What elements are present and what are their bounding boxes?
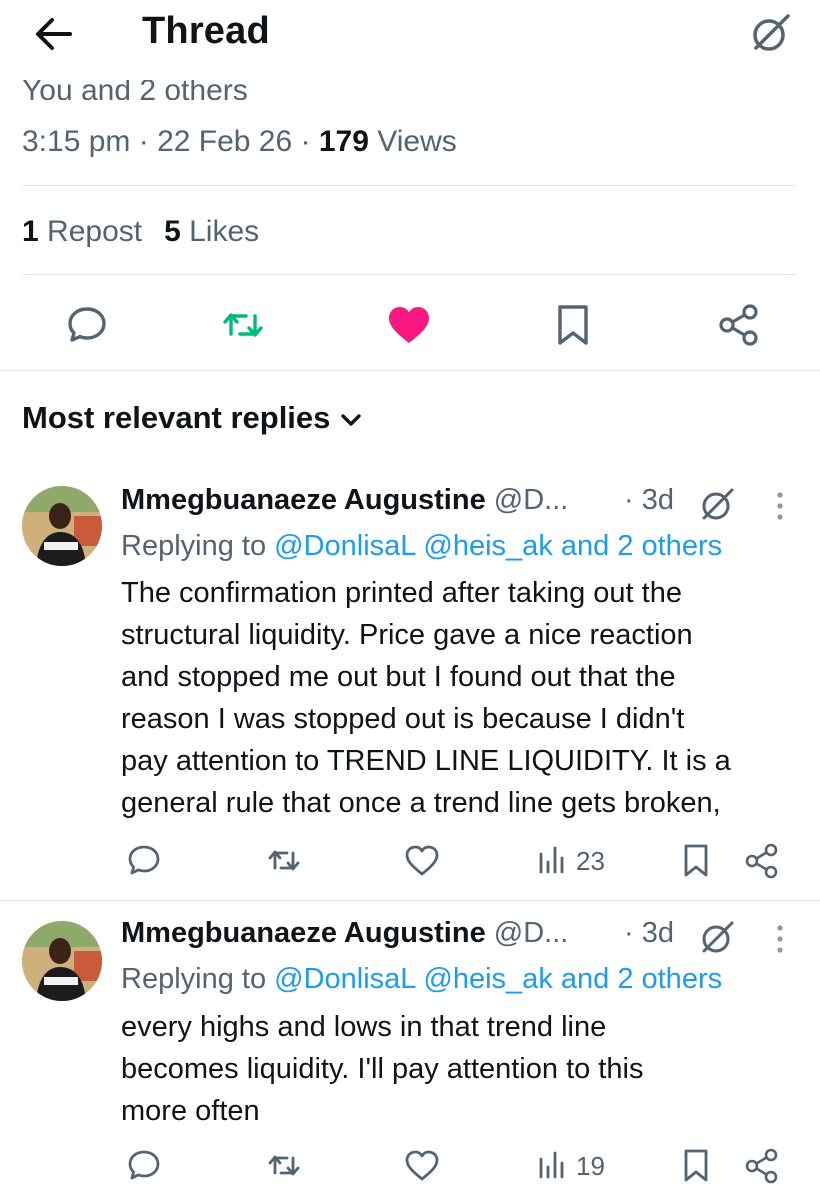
views-label: Views (377, 125, 457, 158)
reply-icon[interactable] (124, 1145, 164, 1189)
reply-icon[interactable] (124, 840, 164, 884)
reply-author-handle[interactable]: @D... (494, 917, 569, 949)
reply-time[interactable]: · 3d (624, 917, 674, 950)
repost-icon[interactable] (218, 300, 268, 350)
arrow-left-icon[interactable] (30, 14, 76, 54)
replying-prefix: Replying to (121, 530, 267, 562)
likes-count: 5 (164, 215, 181, 248)
reply-text-line: becomes liquidity. I'll pay attention to… (121, 1053, 644, 1085)
bookmark-icon[interactable] (678, 1145, 714, 1189)
likes-link[interactable]: 5 Likes (164, 215, 259, 248)
post-meta: 3:15 pm · 22 Feb 26 · 179 Views (22, 125, 457, 159)
views-count: 23 (576, 846, 605, 876)
reply-icon[interactable] (62, 300, 112, 350)
avatar[interactable] (22, 921, 102, 1001)
reply-time[interactable]: · 3d (624, 484, 674, 517)
divider (22, 185, 796, 186)
more-options-icon[interactable] (770, 921, 790, 957)
analytics-icon (539, 1151, 564, 1179)
heart-icon-filled[interactable] (384, 300, 434, 350)
share-icon[interactable] (714, 300, 764, 350)
reply-text-line: structural liquidity. Price gave a nice … (121, 619, 693, 651)
grok-icon[interactable] (748, 10, 794, 56)
reply-action-bar: 23 (0, 840, 820, 884)
likes-label: Likes (189, 215, 260, 248)
reply-text-line: and stopped me out but I found out that … (121, 661, 676, 693)
replying-to: Replying to @DonlisaL @heis_ak and 2 oth… (121, 963, 722, 996)
reply-author-name[interactable]: Mmegbuanaeze Augustine (121, 917, 486, 949)
analytics-icon (539, 846, 564, 874)
reply-header: Mmegbuanaeze Augustine @D... (121, 917, 568, 950)
bookmark-icon[interactable] (678, 840, 714, 884)
views-button[interactable]: 23 (536, 840, 616, 884)
repost-icon[interactable] (264, 840, 304, 884)
heart-icon[interactable] (402, 840, 442, 884)
reply-text: The confirmation printed after taking ou… (121, 572, 801, 824)
reply-text-line: The confirmation printed after taking ou… (121, 577, 682, 609)
repost-icon[interactable] (264, 1145, 304, 1189)
replying-links[interactable]: @DonlisaL @heis_ak and 2 others (274, 963, 722, 995)
meta-sep: · (138, 125, 158, 158)
reply-text-line: more often (121, 1095, 260, 1127)
meta-sep: · (300, 125, 319, 158)
divider (0, 900, 820, 901)
reply-text: every highs and lows in that trend line … (121, 1006, 801, 1132)
page-title: Thread (142, 10, 270, 52)
heart-icon[interactable] (402, 1145, 442, 1189)
more-options-icon[interactable] (770, 488, 790, 524)
reply-header: Mmegbuanaeze Augustine @D... (121, 484, 568, 517)
grok-icon[interactable] (698, 917, 738, 957)
replies-sort-dropdown[interactable]: Most relevant replies (22, 400, 364, 436)
bookmark-icon[interactable] (548, 300, 598, 350)
reply-text-line: reason I was stopped out is because I di… (121, 703, 685, 735)
replying-prefix: Replying to (121, 963, 267, 995)
share-icon[interactable] (742, 840, 782, 884)
post-date: 22 Feb 26 (157, 125, 293, 158)
chevron-down-icon (341, 414, 362, 426)
reply-text-line: general rule that once a trend line gets… (121, 787, 721, 819)
reply-action-bar: 19 (0, 1145, 820, 1189)
top-bar: Thread (0, 0, 820, 80)
post-time: 3:15 pm (22, 125, 131, 158)
views-button[interactable]: 19 (536, 1145, 616, 1189)
views-count: 179 (318, 125, 369, 158)
reply-author-handle[interactable]: @D... (494, 484, 569, 516)
reposts-count: 1 (22, 215, 39, 248)
reply-text-line: pay attention to TREND LINE LIQUIDITY. I… (121, 745, 731, 777)
reply-text-line: every highs and lows in that trend line (121, 1011, 607, 1043)
views-count: 19 (576, 1151, 605, 1181)
share-icon[interactable] (742, 1145, 782, 1189)
replies-sort-label: Most relevant replies (22, 400, 331, 435)
divider (22, 274, 796, 275)
engagement-stats: 1 Repost 5 Likes (22, 215, 259, 249)
grok-icon[interactable] (698, 484, 738, 524)
post-action-bar (0, 296, 820, 356)
reply-author-name[interactable]: Mmegbuanaeze Augustine (121, 484, 486, 516)
avatar[interactable] (22, 486, 102, 566)
replying-to: Replying to @DonlisaL @heis_ak and 2 oth… (121, 530, 722, 563)
reposts-label: Repost (47, 215, 143, 248)
reposts-link[interactable]: 1 Repost (22, 215, 142, 248)
divider (0, 370, 820, 371)
replying-links[interactable]: @DonlisaL @heis_ak and 2 others (274, 530, 722, 562)
